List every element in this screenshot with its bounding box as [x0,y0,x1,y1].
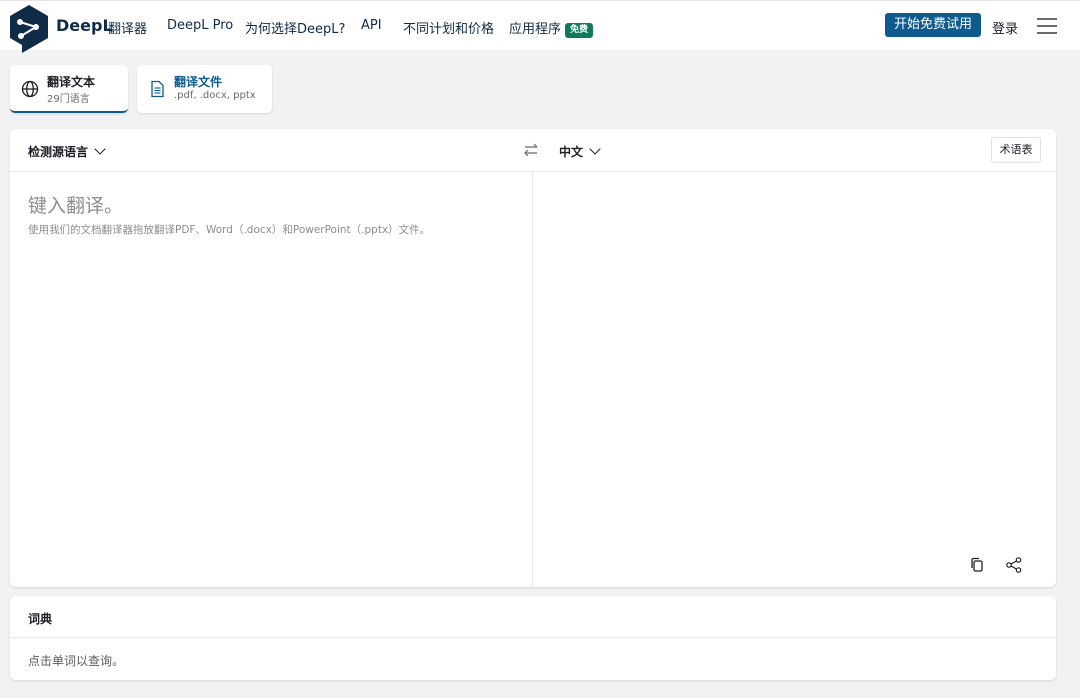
dictionary-hint: 点击单词以查询。 [28,654,125,668]
share-icon[interactable] [1004,555,1024,575]
nav-deepl-pro[interactable]: DeepL Pro [167,18,233,33]
tab-translate-text-subtitle: 29门语言 [47,94,90,105]
start-free-trial-button[interactable]: 开始免费试用 [885,13,981,37]
free-badge: 免费 [565,23,594,38]
tab-translate-files-title: 翻译文件 [174,75,223,89]
translator-panel: 检测源语言 中文 术语表 键入翻译。 使用我们的文档翻译器拖放翻译PDF、Wor… [10,129,1056,587]
brand-name[interactable]: DeepL [56,16,113,35]
chevron-down-icon [589,143,601,155]
login-link[interactable]: 登录 [992,18,1018,37]
chevron-down-icon [94,143,106,155]
nav-pricing[interactable]: 不同计划和价格 [403,18,494,37]
target-language-select[interactable]: 中文 [559,143,601,160]
nav-why-deepl[interactable]: 为何选择DeepL? [245,18,345,37]
language-toolbar: 检测源语言 中文 术语表 [10,129,1056,172]
nav-api[interactable]: API [361,18,382,33]
hamburger-menu-icon[interactable] [1037,18,1057,34]
source-language-label: 检测源语言 [28,145,89,159]
source-text-input[interactable]: 键入翻译。 使用我们的文档翻译器拖放翻译PDF、Word（.docx）和Powe… [10,172,532,587]
copy-icon[interactable] [967,555,987,575]
dictionary-divider [10,637,1056,638]
tab-translate-text-title: 翻译文本 [47,75,96,89]
target-text-output [533,172,1056,587]
source-language-select[interactable]: 检测源语言 [28,143,106,160]
glossary-button[interactable]: 术语表 [991,137,1041,163]
swap-icon[interactable] [522,141,540,159]
deepl-logo-icon[interactable] [8,4,50,54]
tab-translate-files[interactable]: 翻译文件 .pdf, .docx, pptx [137,65,272,113]
nav-apps[interactable]: 应用程序 免费 [509,18,594,38]
dictionary-panel: 词典 点击单词以查询。 [10,596,1056,680]
document-icon [151,80,164,98]
source-placeholder: 键入翻译。 [28,195,124,217]
document-drop-hint: 使用我们的文档翻译器拖放翻译PDF、Word（.docx）和PowerPoint… [28,224,431,236]
tab-translate-files-subtitle: .pdf, .docx, pptx [174,90,256,101]
brand-subtitle[interactable]: 翻译器 [108,18,147,37]
tab-translate-text[interactable]: 翻译文本 29门语言 [10,65,128,113]
dictionary-title: 词典 [28,612,53,626]
target-language-label: 中文 [559,145,584,159]
top-navbar: DeepL 翻译器 DeepL Pro 为何选择DeepL? API 不同计划和… [0,0,1080,53]
globe-icon [21,80,39,98]
nav-apps-label: 应用程序 [509,22,562,37]
